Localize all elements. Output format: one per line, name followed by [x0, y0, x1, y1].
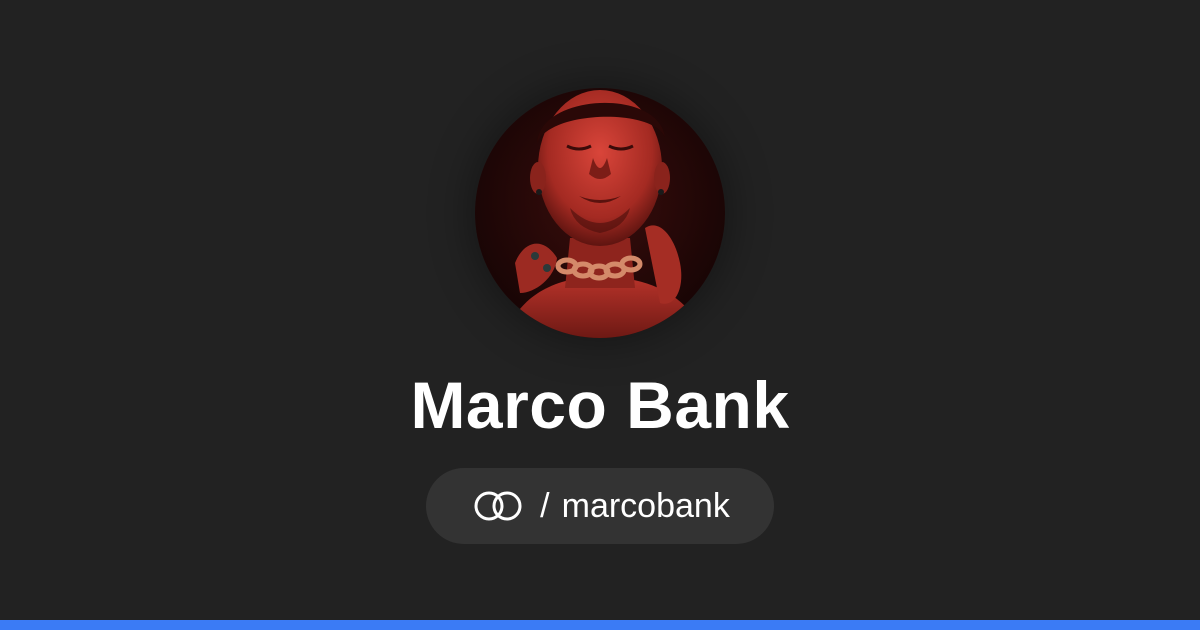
- avatar-image: [475, 88, 725, 338]
- profile-handle-link[interactable]: / marcobank: [426, 468, 774, 544]
- linked-rings-icon: [470, 489, 526, 523]
- handle-separator: /: [540, 486, 550, 525]
- profile-username: marcobank: [561, 486, 730, 525]
- accent-bar: [0, 620, 1200, 630]
- profile-name: Marco Bank: [410, 368, 790, 442]
- profile-card: Marco Bank / marcobank: [0, 0, 1200, 620]
- avatar: [475, 88, 725, 338]
